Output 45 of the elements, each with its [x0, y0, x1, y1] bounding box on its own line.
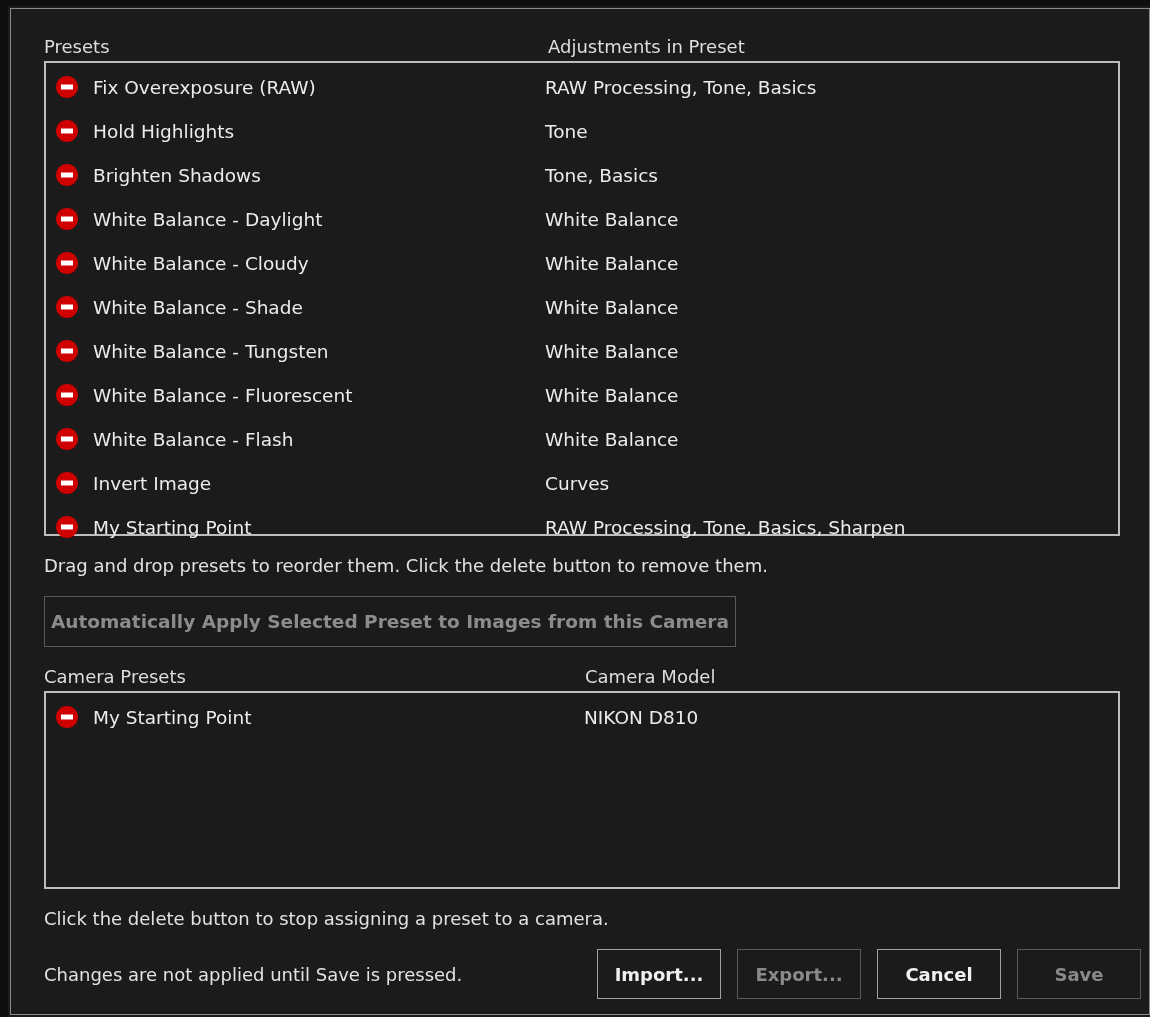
delete-icon[interactable]	[56, 706, 78, 728]
adjustments-text: White Balance	[545, 252, 679, 274]
preset-name: White Balance - Shade	[93, 296, 304, 318]
column-header: Camera Presets	[44, 665, 187, 687]
delete-icon[interactable]	[56, 208, 78, 230]
delete-icon[interactable]	[56, 340, 78, 362]
delete-icon[interactable]	[56, 164, 78, 186]
preset-name: White Balance - Fluorescent	[93, 384, 354, 406]
adjustments-text: Tone	[545, 120, 588, 142]
hint-text: Drag and drop presets to reorder them. Click the delete button to remove them.	[44, 554, 769, 578]
preset-name: White Balance - Tungsten	[93, 340, 330, 362]
adjustments-text: RAW Processing, Tone, Basics, Sharpen	[545, 516, 906, 538]
delete-icon[interactable]	[56, 252, 78, 274]
adjustments-text: White Balance	[545, 428, 679, 450]
dialog-button[interactable]: Import...	[597, 949, 721, 999]
adjustments-text: Tone, Basics	[545, 164, 658, 186]
delete-icon[interactable]	[56, 120, 78, 142]
preset-name: My Starting Point	[93, 516, 253, 538]
adjustments-text: White Balance	[545, 340, 679, 362]
adjustments-text: Curves	[545, 472, 610, 494]
delete-icon[interactable]	[56, 76, 78, 98]
adjustments-text: White Balance	[545, 208, 679, 230]
preset-name: White Balance - Flash	[93, 428, 295, 450]
preset-name: Fix Overexposure (RAW)	[93, 76, 317, 98]
hint-text: Click the delete button to stop assigning a preset to a camera.	[44, 907, 610, 931]
column-header: Camera Model	[585, 665, 716, 687]
column-header: Presets	[44, 35, 111, 57]
dialog-button[interactable]: Cancel	[877, 949, 1001, 999]
delete-icon[interactable]	[56, 384, 78, 406]
preset-name: Invert Image	[93, 472, 213, 494]
delete-icon[interactable]	[56, 516, 78, 538]
preset-name: White Balance - Daylight	[93, 208, 324, 230]
delete-icon[interactable]	[56, 428, 78, 450]
delete-icon[interactable]	[56, 296, 78, 318]
footer-note: Changes are not applied until Save is pressed.	[44, 963, 463, 985]
adjustments-text: RAW Processing, Tone, Basics	[545, 76, 817, 98]
delete-icon[interactable]	[56, 472, 78, 494]
preset-name: Hold Highlights	[93, 120, 236, 142]
adjustments-text: White Balance	[545, 384, 679, 406]
preset-name: Brighten Shadows	[93, 164, 262, 186]
column-header: Adjustments in Preset	[548, 35, 745, 57]
preset-name: My Starting Point	[93, 706, 253, 728]
camera-model: NIKON D810	[584, 706, 699, 728]
adjustments-text: White Balance	[545, 296, 679, 318]
preset-name: White Balance - Cloudy	[93, 252, 310, 274]
